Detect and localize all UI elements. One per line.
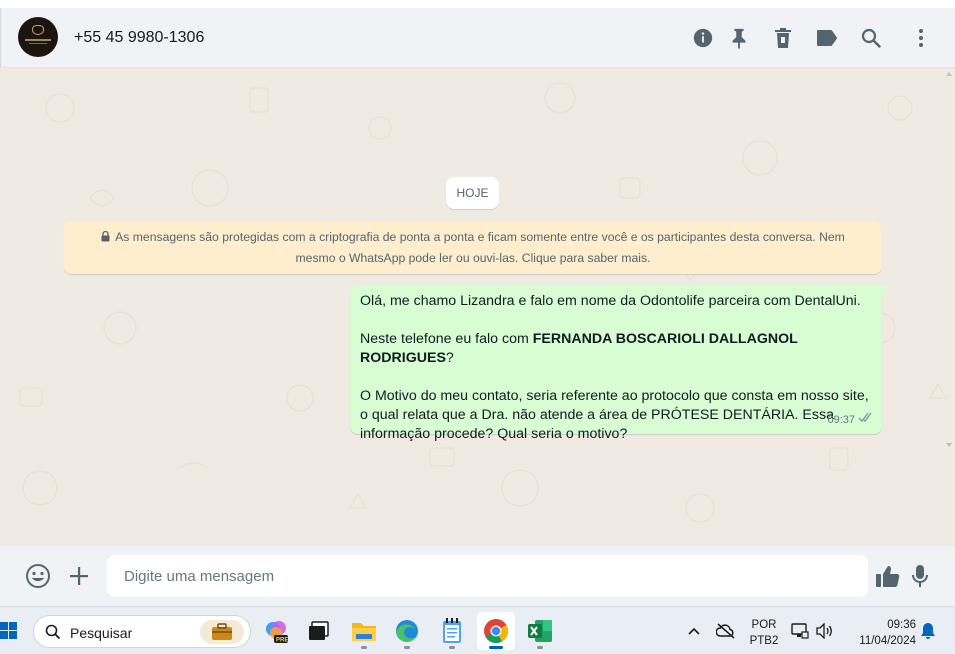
message-line-1: Olá, me chamo Lizandra e falo em nome da… (360, 293, 861, 309)
running-indicator (489, 646, 503, 649)
attach-plus-icon[interactable] (65, 561, 93, 591)
search-icon[interactable] (858, 25, 884, 51)
contact-name[interactable]: +55 45 9980-1306 (74, 29, 204, 47)
chrome-icon[interactable] (477, 612, 515, 650)
menu-icon[interactable] (908, 25, 934, 51)
chat-scrollbar[interactable] (945, 68, 955, 546)
outgoing-message[interactable]: Olá, me chamo Lizandra e falo em nome da… (350, 286, 882, 442)
search-label: Pesquisar (70, 625, 133, 641)
language-label: POR (751, 619, 777, 631)
search-icon (45, 624, 61, 645)
clock-time: 09:36 (887, 619, 916, 631)
notepad-icon[interactable] (433, 612, 471, 650)
clock-date: 11/04/2024 (859, 635, 916, 647)
keyboard-layout-label: PTB2 (749, 635, 779, 647)
network-icon[interactable] (790, 612, 810, 650)
input-language-indicator[interactable]: POR PTB2 (744, 617, 784, 649)
file-explorer-icon[interactable] (345, 612, 383, 650)
edge-icon[interactable] (388, 612, 426, 650)
show-hidden-icons-chevron-icon[interactable] (684, 612, 704, 650)
volume-icon[interactable] (814, 612, 836, 650)
message-time: 09:37 (827, 414, 855, 426)
message-meta: 09:37 (827, 411, 874, 430)
lock-icon (101, 228, 110, 248)
running-indicator (537, 646, 543, 649)
whatsapp-window: +55 45 9980-1306 HOJE As mensagens são p… (0, 0, 955, 654)
info-icon[interactable] (690, 25, 716, 51)
message-line-2-prefix: Neste telefone eu falo com (360, 331, 533, 347)
logo-text-line (25, 39, 51, 41)
svg-text:PRE: PRE (276, 638, 288, 644)
thumbs-up-icon[interactable] (874, 561, 902, 591)
pin-icon[interactable] (726, 25, 752, 51)
window-top-strip (0, 0, 955, 8)
chat-area[interactable]: HOJE As mensagens são protegidas com a c… (0, 68, 955, 546)
windows-start-icon[interactable] (0, 612, 20, 650)
logo-tooth-icon (32, 25, 44, 35)
copilot-icon[interactable]: PRE (257, 612, 295, 650)
excel-icon[interactable] (521, 612, 559, 650)
date-separator: HOJE (446, 177, 499, 209)
emoji-icon[interactable] (24, 561, 52, 591)
running-indicator (449, 646, 455, 649)
task-view-icon[interactable] (300, 612, 338, 650)
windows-taskbar: Pesquisar PRE POR PTB2 09:36 11/04/2024 (0, 606, 955, 654)
message-input[interactable] (107, 555, 868, 597)
system-clock[interactable]: 09:36 11/04/2024 (846, 617, 916, 649)
encryption-notice[interactable]: As mensagens são protegidas com a cripto… (64, 221, 882, 274)
onedrive-offline-icon[interactable] (712, 612, 740, 650)
chat-header[interactable]: +55 45 9980-1306 (0, 8, 955, 68)
double-check-icon (858, 411, 874, 430)
logo-text-line-small (29, 43, 47, 44)
message-line-2-suffix: ? (445, 350, 454, 366)
taskbar-search[interactable]: Pesquisar (33, 615, 251, 648)
encryption-notice-text: As mensagens são protegidas com a cripto… (115, 230, 845, 265)
message-line-3: O Motivo do meu contato, seria referente… (360, 388, 869, 442)
scroll-up-arrow-icon[interactable] (946, 72, 952, 76)
contact-avatar[interactable] (18, 17, 58, 57)
notification-bell-icon[interactable] (916, 612, 940, 650)
delete-icon[interactable] (770, 25, 796, 51)
running-indicator (404, 646, 410, 649)
briefcase-icon (200, 620, 244, 644)
message-tail (882, 286, 890, 296)
running-indicator (361, 646, 367, 649)
message-composer (0, 546, 955, 606)
microphone-icon[interactable] (906, 561, 934, 591)
message-line-2: Neste telefone eu falo com FERNANDA BOSC… (360, 330, 872, 368)
scroll-down-arrow-icon[interactable] (946, 443, 952, 447)
label-icon[interactable] (814, 25, 840, 51)
